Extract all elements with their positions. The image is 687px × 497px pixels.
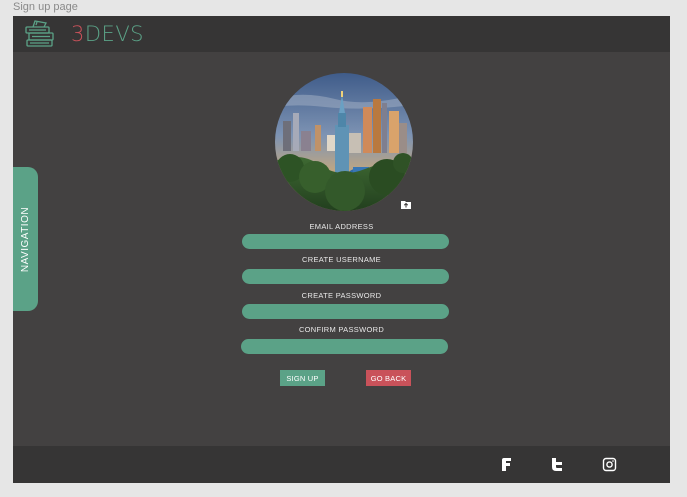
facebook-icon[interactable] bbox=[499, 457, 514, 472]
username-field[interactable] bbox=[242, 269, 449, 284]
signup-page: 3DEVS NAVIGATION EMAIL ADDRESS CREATE US… bbox=[13, 16, 670, 483]
password-field[interactable] bbox=[242, 304, 449, 319]
brand-number: 3 bbox=[71, 22, 85, 46]
profile-photo bbox=[275, 73, 413, 211]
city-skyline-photo bbox=[275, 73, 413, 211]
confirm-password-label: CONFIRM PASSWORD bbox=[298, 325, 385, 334]
brand-logo[interactable]: 3DEVS bbox=[71, 21, 144, 47]
confirm-password-field[interactable] bbox=[241, 339, 448, 354]
username-label: CREATE USERNAME bbox=[302, 255, 381, 264]
brand-name: DEVS bbox=[84, 22, 145, 46]
password-label: CREATE PASSWORD bbox=[301, 291, 382, 300]
instagram-icon[interactable] bbox=[602, 457, 617, 472]
signup-button[interactable]: SIGN UP bbox=[280, 370, 325, 386]
footer-bar bbox=[13, 446, 670, 483]
email-field[interactable] bbox=[242, 234, 449, 249]
frame-label: Sign up page bbox=[13, 1, 78, 13]
navigation-tab[interactable]: NAVIGATION bbox=[13, 167, 38, 311]
folder-upload-icon[interactable] bbox=[400, 199, 412, 210]
twitter-icon[interactable] bbox=[550, 457, 565, 472]
books-stack-icon[interactable] bbox=[24, 19, 58, 49]
email-label: EMAIL ADDRESS bbox=[309, 222, 374, 231]
header-bar: 3DEVS bbox=[13, 16, 670, 52]
go-back-button[interactable]: GO BACK bbox=[366, 370, 411, 386]
